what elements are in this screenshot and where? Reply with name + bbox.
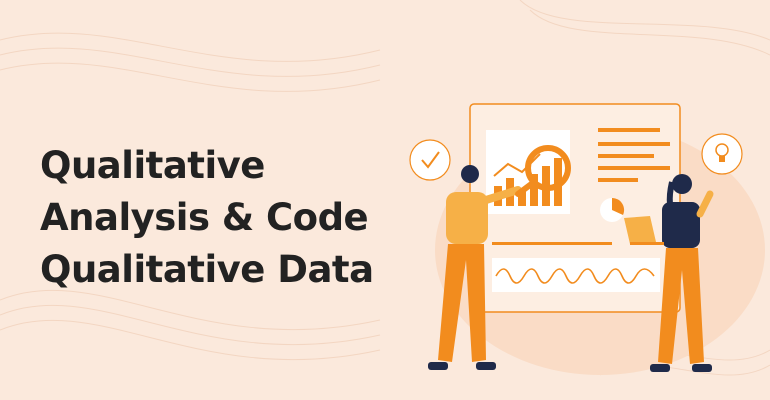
title-line-2: Analysis & Code — [40, 196, 369, 239]
title-line-1: Qualitative — [40, 144, 265, 187]
waveform-panel — [492, 258, 660, 292]
analysis-illustration — [409, 103, 765, 375]
checkmark-bubble-icon — [409, 139, 451, 181]
dashboard-board — [469, 103, 681, 313]
page-title: Qualitative Analysis & Code Qualitative … — [40, 140, 374, 296]
banner: Qualitative Analysis & Code Qualitative … — [0, 0, 770, 400]
pie-chart-icon — [600, 197, 625, 222]
lightbulb-bubble-icon — [701, 133, 743, 175]
title-line-3: Qualitative Data — [40, 248, 374, 291]
